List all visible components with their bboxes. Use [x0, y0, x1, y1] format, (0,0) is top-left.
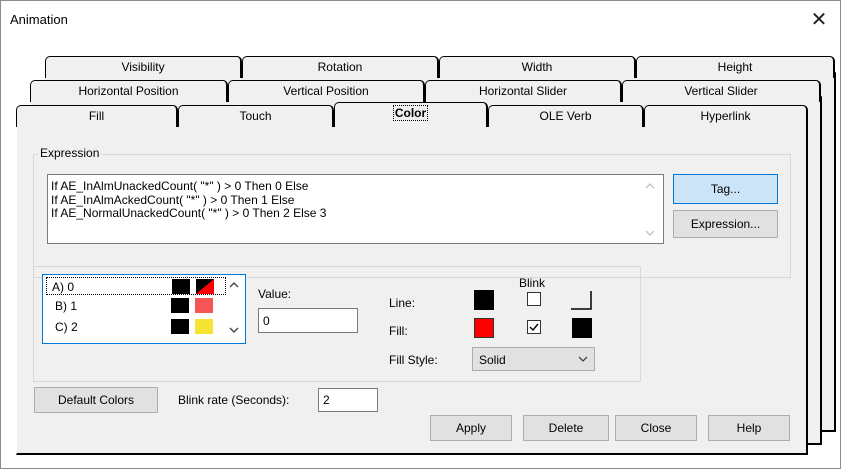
tab-visibility[interactable]: Visibility — [45, 56, 242, 78]
list-scroll-down-icon[interactable] — [227, 323, 241, 337]
state-label: A) 0 — [52, 280, 75, 294]
state-label: C) 2 — [55, 320, 78, 334]
value-label: Value: — [258, 287, 292, 301]
fill-label: Fill: — [389, 324, 408, 338]
tag-button[interactable]: Tag... — [673, 174, 778, 204]
tab-rotation[interactable]: Rotation — [242, 56, 439, 78]
expression-line: If AE_NormalUnackedCount( "*" ) > 0 Then… — [51, 206, 327, 220]
fill-style-select[interactable]: Solid — [472, 347, 595, 371]
tab-horizontal-slider[interactable]: Horizontal Slider — [425, 80, 622, 102]
state-fill-swatch — [196, 279, 214, 294]
expression-button[interactable]: Expression... — [673, 210, 778, 238]
tab-vertical-position[interactable]: Vertical Position — [228, 80, 425, 102]
help-button[interactable]: Help — [708, 415, 790, 441]
list-scroll-up-icon[interactable] — [227, 278, 241, 292]
state-list[interactable]: A) 0 B) 1 C) 2 — [42, 274, 246, 344]
list-item[interactable]: B) 1 — [46, 297, 226, 317]
fill-color-swatch[interactable] — [474, 318, 494, 338]
chevron-down-icon — [577, 353, 589, 365]
fill-style-value: Solid — [479, 353, 506, 367]
blink-rate-label: Blink rate (Seconds): — [178, 393, 290, 407]
delete-button[interactable]: Delete — [523, 415, 609, 441]
expression-group-label: Expression — [38, 146, 102, 160]
default-colors-button[interactable]: Default Colors — [34, 387, 158, 413]
scroll-up-icon[interactable] — [644, 180, 656, 192]
tab-color[interactable]: Color — [334, 102, 488, 127]
tab-touch[interactable]: Touch — [178, 105, 334, 127]
fill-blink-color-swatch[interactable] — [572, 318, 592, 338]
apply-button[interactable]: Apply — [430, 415, 512, 441]
tab-width[interactable]: Width — [439, 56, 636, 78]
line-blink-color-swatch[interactable] — [570, 290, 592, 310]
state-fill-swatch — [195, 319, 213, 334]
close-button[interactable]: Close — [615, 415, 697, 441]
tab-hyperlink[interactable]: Hyperlink — [644, 105, 808, 127]
blink-rate-value: 2 — [323, 393, 330, 407]
tab-height[interactable]: Height — [636, 56, 835, 78]
tab-fill[interactable]: Fill — [16, 105, 178, 127]
state-fill-swatch — [195, 298, 213, 313]
scroll-down-icon[interactable] — [644, 227, 656, 239]
expression-line: If AE_InAlmAckedCount( "*" ) > 0 Then 1 … — [51, 192, 295, 207]
tab-ole-verb[interactable]: OLE Verb — [488, 105, 644, 127]
line-blink-checkbox[interactable] — [527, 292, 541, 306]
state-line-swatch — [172, 279, 190, 294]
dialog-title: Animation — [10, 12, 68, 27]
state-line-swatch — [171, 319, 189, 334]
fill-style-label: Fill Style: — [389, 353, 438, 367]
close-icon[interactable]: ✕ — [806, 8, 832, 32]
blink-rate-input[interactable]: 2 — [318, 388, 378, 412]
line-color-swatch[interactable] — [474, 290, 494, 310]
line-label: Line: — [389, 296, 416, 310]
tab-horizontal-position[interactable]: Horizontal Position — [30, 80, 228, 102]
fill-blink-checkbox[interactable] — [527, 320, 541, 334]
blink-header: Blink — [519, 276, 546, 290]
list-item[interactable]: C) 2 — [46, 318, 226, 338]
expression-line: If AE_InAlmUnackedCount( "*" ) > 0 Then … — [51, 179, 309, 193]
tab-vertical-slider[interactable]: Vertical Slider — [622, 80, 821, 102]
value-text: 0 — [263, 314, 270, 328]
state-label: B) 1 — [55, 299, 78, 313]
value-input[interactable]: 0 — [258, 308, 358, 333]
state-line-swatch — [171, 298, 189, 313]
expression-textarea[interactable]: If AE_InAlmUnackedCount( "*" ) > 0 Then … — [47, 174, 664, 244]
list-item-selected[interactable]: A) 0 — [46, 277, 226, 295]
